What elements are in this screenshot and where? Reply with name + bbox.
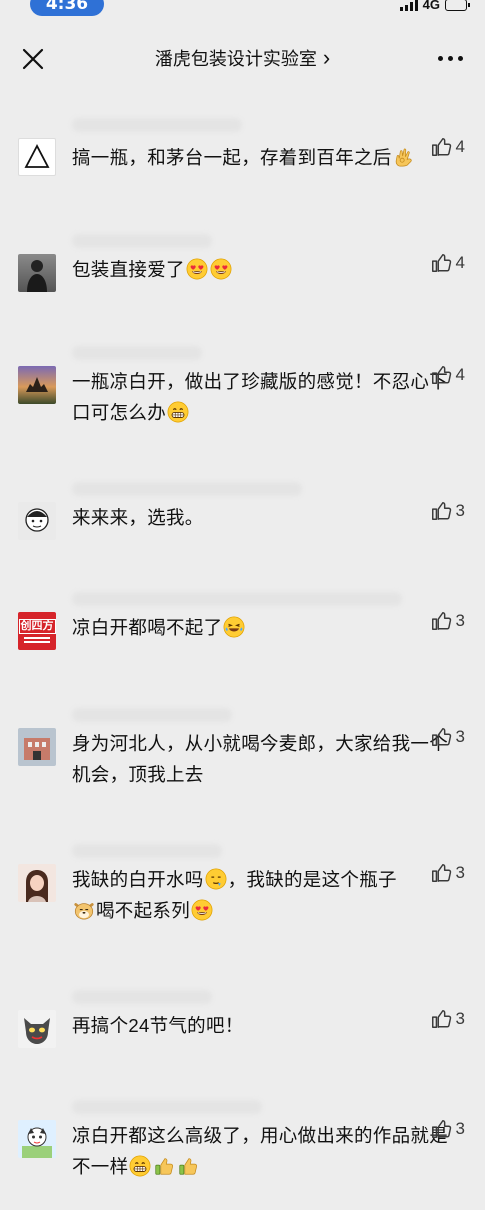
ok-hand-emoji-icon bbox=[393, 146, 415, 168]
comment-item: 创四方 3 凉白开都喝不起了 bbox=[0, 592, 485, 684]
thumbs-up-outline-icon bbox=[430, 610, 452, 632]
commenter-name bbox=[72, 844, 222, 858]
comment-item: 3 我缺的白开水吗 ，我缺的是这个瓶子 喝不起系列 bbox=[0, 844, 485, 966]
like-button[interactable]: 4 bbox=[430, 364, 465, 386]
comment-text: 凉白开都这么高级了，用心做出来的作品就是不一样 bbox=[72, 1125, 449, 1177]
comment-text: 搞一瓶，和茅台一起，存着到百年之后 bbox=[72, 142, 465, 173]
close-icon[interactable] bbox=[20, 46, 46, 72]
thumbs-up-emoji-icon bbox=[153, 1155, 175, 1177]
comment-text: 再搞个24节气的吧！ bbox=[72, 1015, 244, 1036]
thumbs-up-outline-icon bbox=[430, 726, 452, 748]
like-count: 3 bbox=[455, 1009, 465, 1028]
page-title[interactable]: 潘虎包装设计实验室 › bbox=[155, 45, 330, 71]
laugh-cry-emoji-icon bbox=[223, 616, 245, 638]
heart-eyes-emoji-icon bbox=[191, 899, 213, 921]
thumbs-up-outline-icon bbox=[430, 136, 452, 158]
like-count: 4 bbox=[455, 137, 465, 156]
like-button[interactable]: 3 bbox=[430, 500, 465, 522]
battery-icon bbox=[445, 0, 470, 11]
commenter-name bbox=[72, 990, 212, 1004]
comment-item: 3 再搞个24节气的吧！ bbox=[0, 990, 485, 1076]
comment-text: 包装直接爱了 bbox=[72, 254, 465, 285]
brand-logo-avatar[interactable]: 创四方 bbox=[18, 612, 56, 650]
like-button[interactable]: 3 bbox=[430, 1118, 465, 1140]
like-button[interactable]: 3 bbox=[430, 862, 465, 884]
triangle-avatar[interactable] bbox=[18, 138, 56, 176]
thumbs-up-emoji-icon bbox=[177, 1155, 199, 1177]
commenter-name bbox=[72, 1100, 262, 1114]
like-count: 3 bbox=[455, 501, 465, 520]
comment-item: 4 包装直接爱了 bbox=[0, 234, 485, 322]
comment-text: 凉白开都喝不起了 bbox=[72, 612, 465, 643]
cartoon-face-avatar[interactable] bbox=[18, 502, 56, 540]
anime-avatar[interactable] bbox=[18, 1120, 56, 1158]
building-avatar[interactable] bbox=[18, 728, 56, 766]
comment-list: 4 搞一瓶，和茅台一起，存着到百年之后 4 包装直接爱了 4 一瓶凉白开，做出了… bbox=[0, 94, 485, 1210]
more-options-icon[interactable] bbox=[438, 56, 463, 61]
comment-text: 来来来，选我。 bbox=[72, 507, 204, 528]
commenter-name bbox=[72, 592, 402, 606]
status-indicators: 4G bbox=[399, 0, 470, 12]
like-count: 4 bbox=[455, 365, 465, 384]
grin-emoji-icon bbox=[167, 401, 189, 423]
commenter-name bbox=[72, 234, 212, 248]
heart-eyes-emoji-icon bbox=[186, 258, 208, 280]
thumbs-up-outline-icon bbox=[430, 1008, 452, 1030]
like-button[interactable]: 3 bbox=[430, 610, 465, 632]
thumbs-up-outline-icon bbox=[430, 252, 452, 274]
drool-emoji-icon bbox=[205, 868, 227, 890]
status-bar: 4:36 4G bbox=[0, 0, 485, 22]
like-count: 3 bbox=[455, 863, 465, 882]
comment-text: 一瓶凉白开，做出了珍藏版的感觉！不忍心下口可怎么办 bbox=[72, 371, 449, 423]
like-count: 3 bbox=[455, 611, 465, 630]
doge-emoji-icon bbox=[73, 899, 95, 921]
comment-item: 3 来来来，选我。 bbox=[0, 482, 485, 568]
comment-item: 3 身为河北人，从小就喝今麦郎，大家给我一个机会，顶我上去 bbox=[0, 708, 485, 820]
person-dark-avatar[interactable] bbox=[18, 254, 56, 292]
cat-avatar[interactable] bbox=[18, 1010, 56, 1048]
comment-item: 4 一瓶凉白开，做出了珍藏版的感觉！不忍心下口可怎么办 bbox=[0, 346, 485, 458]
comment-item: 3 凉白开都这么高级了，用心做出来的作品就是不一样 bbox=[0, 1100, 485, 1210]
page-title-text: 潘虎包装设计实验室 bbox=[154, 49, 317, 69]
brand-logo-subtext-icon bbox=[24, 637, 50, 639]
comment-text: 身为河北人，从小就喝今麦郎，大家给我一个机会，顶我上去 bbox=[72, 733, 449, 785]
brand-logo-subtext-icon bbox=[24, 641, 50, 643]
status-time: 4:36 bbox=[30, 0, 104, 16]
like-button[interactable]: 3 bbox=[430, 1008, 465, 1030]
brand-logo-text: 创四方 bbox=[18, 619, 56, 634]
signal-icon bbox=[399, 0, 418, 11]
chevron-right-icon: › bbox=[322, 45, 331, 70]
like-button[interactable]: 4 bbox=[430, 252, 465, 274]
commenter-name bbox=[72, 118, 242, 132]
like-button[interactable]: 3 bbox=[430, 726, 465, 748]
commenter-name bbox=[72, 346, 202, 360]
thumbs-up-outline-icon bbox=[430, 500, 452, 522]
like-count: 4 bbox=[455, 253, 465, 272]
comment-item: 4 搞一瓶，和茅台一起，存着到百年之后 bbox=[0, 118, 485, 210]
heart-eyes-emoji-icon bbox=[210, 258, 232, 280]
comment-text: 我缺的白开水吗 ，我缺的是这个瓶子 喝不起系列 bbox=[72, 868, 397, 921]
commenter-name bbox=[72, 708, 232, 722]
network-label: 4G bbox=[422, 0, 440, 12]
thumbs-up-outline-icon bbox=[430, 862, 452, 884]
grin-emoji-icon bbox=[129, 1155, 151, 1177]
like-count: 3 bbox=[455, 1119, 465, 1138]
girl-avatar[interactable] bbox=[18, 864, 56, 902]
thumbs-up-outline-icon bbox=[430, 1118, 452, 1140]
landscape-avatar[interactable] bbox=[18, 366, 56, 404]
like-button[interactable]: 4 bbox=[430, 136, 465, 158]
nav-bar: 潘虎包装设计实验室 › bbox=[0, 22, 485, 94]
thumbs-up-outline-icon bbox=[430, 364, 452, 386]
like-count: 3 bbox=[455, 727, 465, 746]
commenter-name bbox=[72, 482, 302, 496]
